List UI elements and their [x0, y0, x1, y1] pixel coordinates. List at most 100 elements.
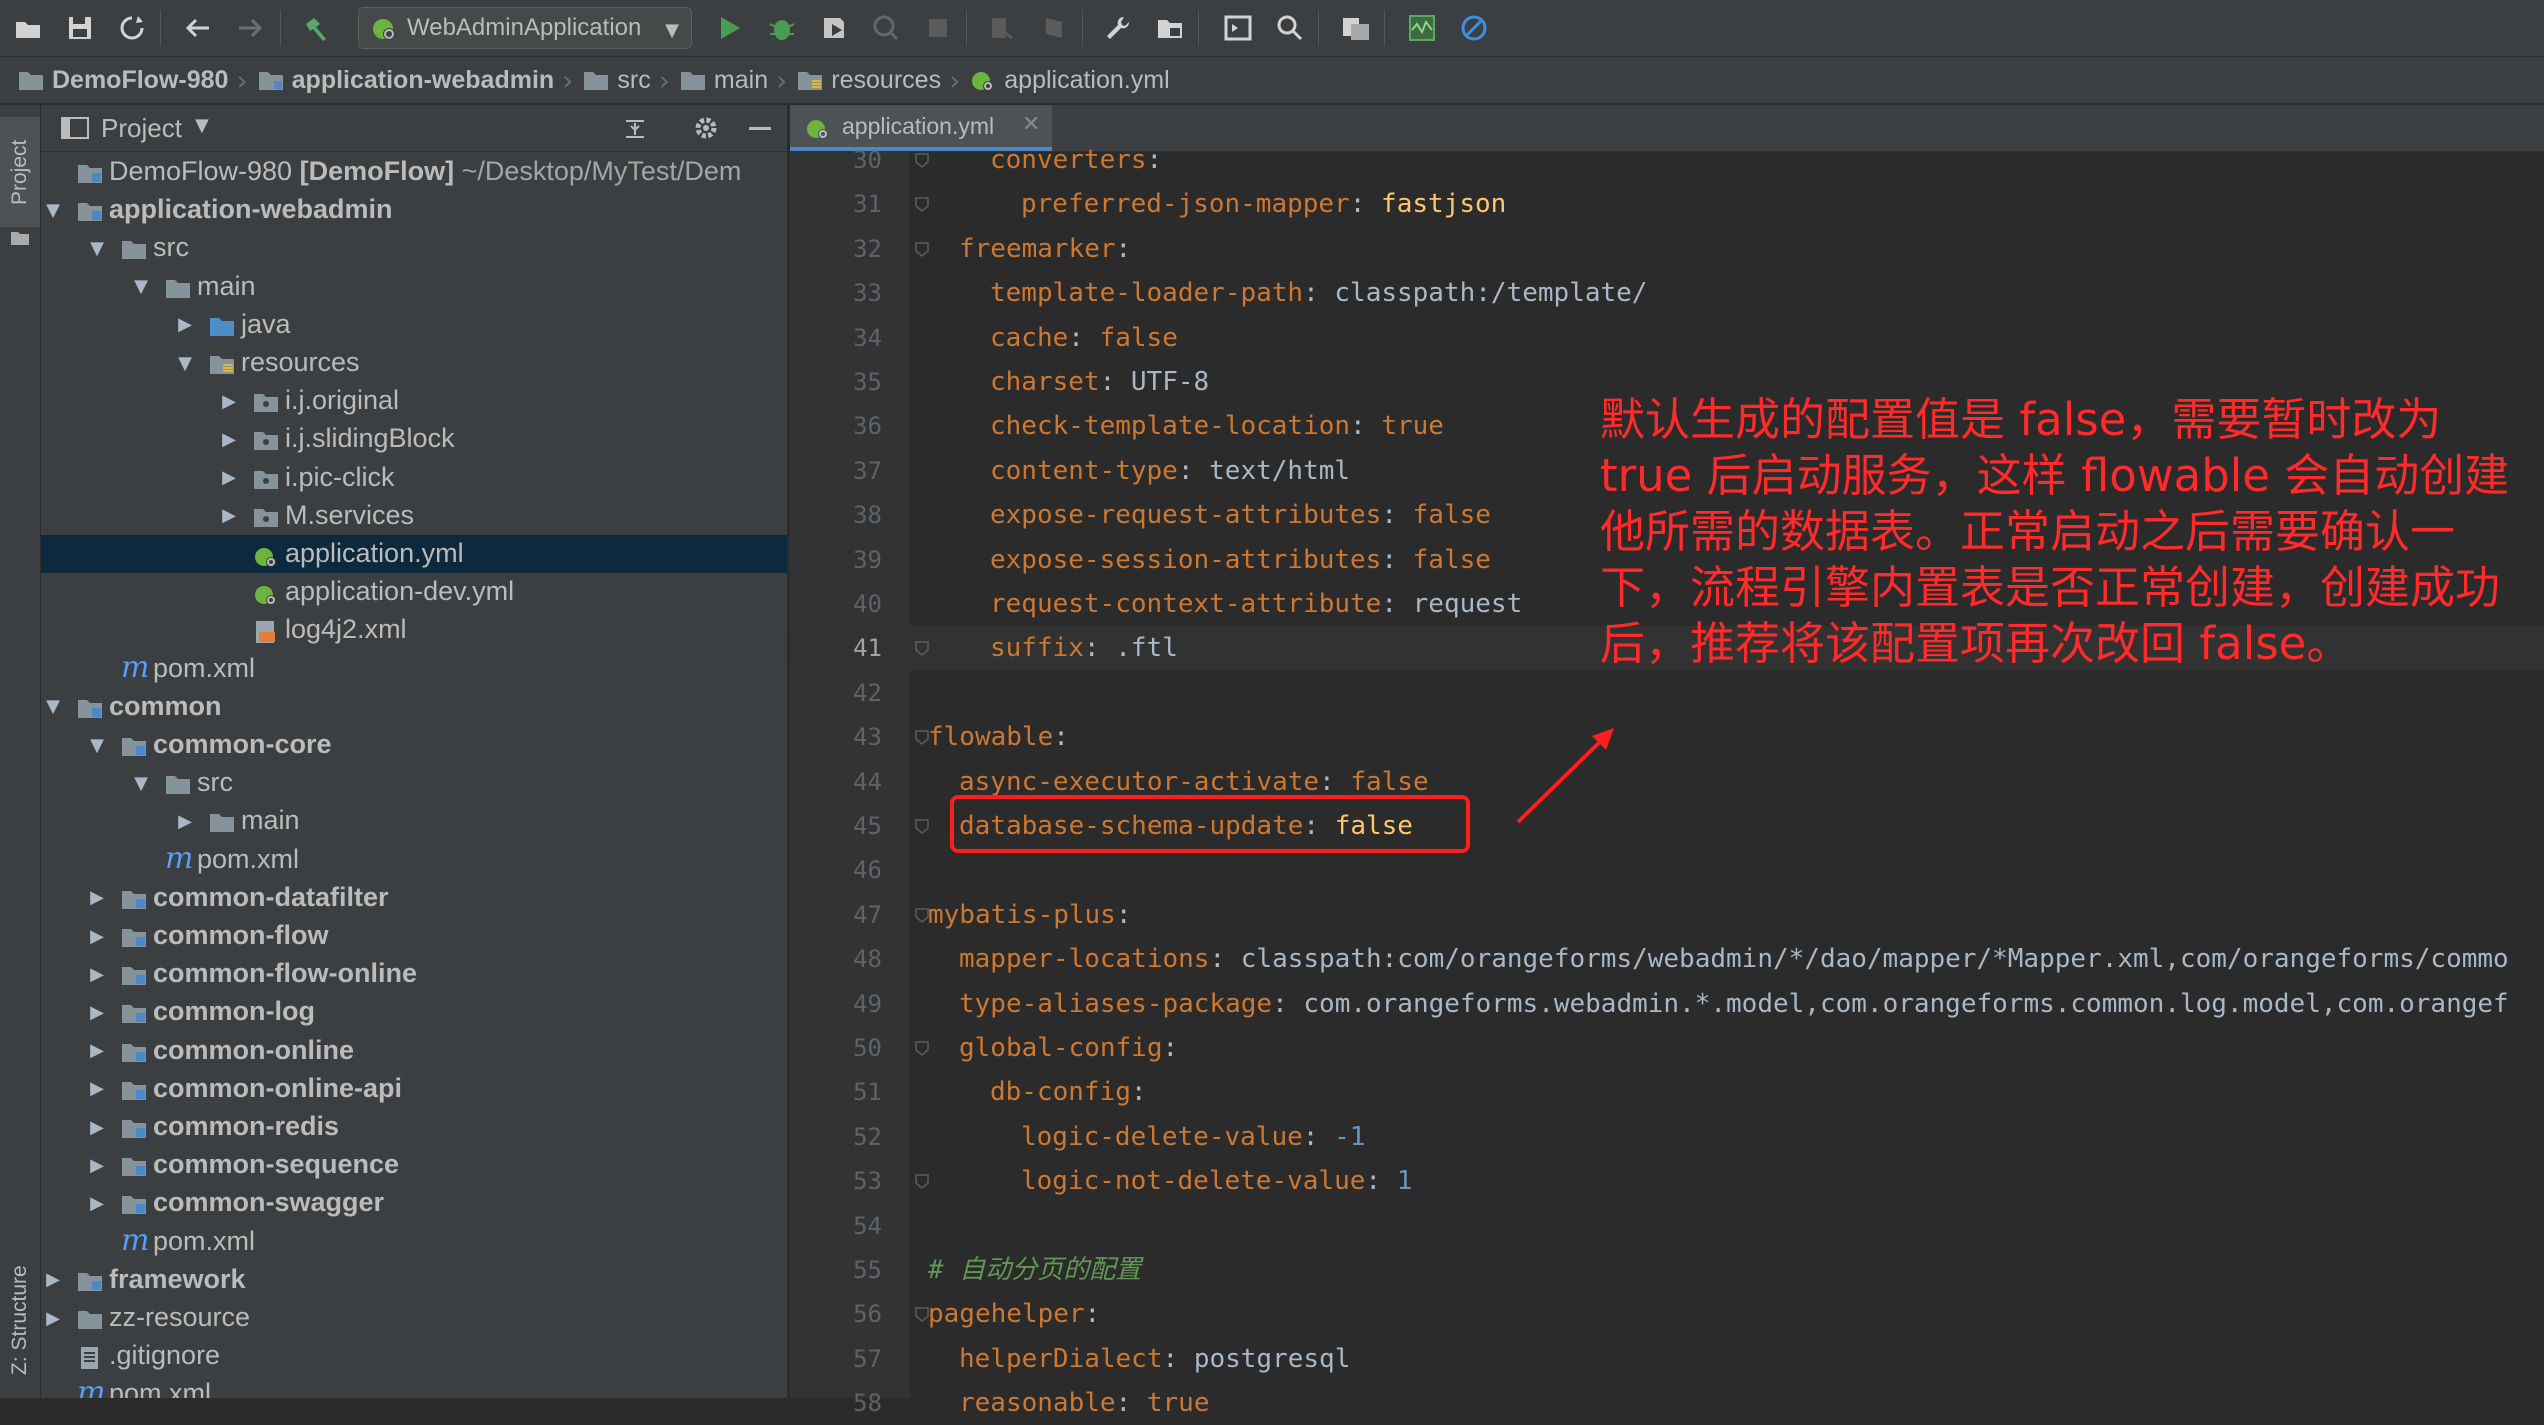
- sync-icon[interactable]: [116, 12, 148, 44]
- breadcrumb-item-src[interactable]: src: [583, 66, 651, 95]
- build-hammer-icon[interactable]: [300, 12, 332, 44]
- activity-icon[interactable]: [1406, 12, 1438, 44]
- chevron-right-icon[interactable]: ▶: [219, 467, 239, 488]
- debug-icon[interactable]: [766, 12, 798, 44]
- code-line[interactable]: 32 freemarker:: [790, 227, 2544, 271]
- fold-marker-icon[interactable]: [914, 241, 930, 257]
- chevron-right-icon[interactable]: ▶: [87, 1078, 107, 1099]
- tree-item[interactable]: application.yml: [41, 535, 787, 573]
- project-tool-tab[interactable]: Project: [0, 117, 40, 227]
- tree-item[interactable]: ▶ common-online-api: [41, 1070, 787, 1108]
- tree-item[interactable]: ▶ common-flow: [41, 917, 787, 955]
- chevron-down-icon[interactable]: ▼: [43, 696, 63, 717]
- chevron-right-icon[interactable]: ▶: [87, 1117, 107, 1138]
- terminal-icon[interactable]: [1222, 12, 1254, 44]
- code-line[interactable]: 56 pagehelper:: [790, 1292, 2544, 1336]
- code-line[interactable]: 42: [790, 671, 2544, 715]
- project-view-selector[interactable]: Project: [101, 113, 182, 144]
- tree-item[interactable]: m pom.xml: [41, 1375, 787, 1398]
- chevron-right-icon[interactable]: ▶: [43, 1269, 63, 1290]
- tree-item[interactable]: ▶ common-sequence: [41, 1146, 787, 1184]
- chevron-right-icon[interactable]: ▶: [87, 926, 107, 947]
- collapse-all-icon[interactable]: [623, 117, 647, 141]
- fold-marker-icon[interactable]: [914, 1040, 930, 1056]
- tree-item[interactable]: ▶ i.j.slidingBlock: [41, 420, 787, 458]
- tree-item[interactable]: m pom.xml: [41, 1223, 787, 1261]
- forward-icon[interactable]: [234, 12, 266, 44]
- code-line[interactable]: 57 helperDialect: postgresql: [790, 1337, 2544, 1381]
- code-line[interactable]: 53 logic-not-delete-value: 1: [790, 1159, 2544, 1203]
- code-line[interactable]: 34 cache: false: [790, 316, 2544, 360]
- code-line[interactable]: 49 type-aliases-package: com.orangeforms.…: [790, 982, 2544, 1026]
- code-line[interactable]: 55 # 自动分页的配置: [790, 1248, 2544, 1292]
- chevron-down-icon[interactable]: ▼: [131, 276, 151, 297]
- chevron-right-icon[interactable]: ▶: [87, 1155, 107, 1176]
- code-line[interactable]: 58 reasonable: true: [790, 1381, 2544, 1425]
- tree-item[interactable]: ▶ M.services: [41, 497, 787, 535]
- chevron-right-icon[interactable]: ▶: [175, 314, 195, 335]
- code-line[interactable]: 43 flowable:: [790, 715, 2544, 759]
- tree-item[interactable]: m pom.xml: [41, 841, 787, 879]
- code-line[interactable]: 46: [790, 848, 2544, 892]
- search-icon[interactable]: [1274, 12, 1306, 44]
- tree-item[interactable]: log4j2.xml: [41, 611, 787, 649]
- device-icon[interactable]: [1038, 12, 1070, 44]
- tree-item[interactable]: ▼ resources: [41, 344, 787, 382]
- code-line[interactable]: 52 logic-delete-value: -1: [790, 1115, 2544, 1159]
- fold-marker-icon[interactable]: [914, 640, 930, 657]
- chevron-down-icon[interactable]: ▼: [131, 773, 151, 794]
- tree-item[interactable]: application-dev.yml: [41, 573, 787, 611]
- code-line[interactable]: 47 mybatis-plus:: [790, 893, 2544, 937]
- tree-item[interactable]: ▶ main: [41, 802, 787, 840]
- code-line[interactable]: 48 mapper-locations: classpath:com/orange…: [790, 937, 2544, 981]
- tree-item[interactable]: ▶ common-log: [41, 993, 787, 1031]
- code-line[interactable]: 33 template-loader-path: classpath:/templ…: [790, 271, 2544, 315]
- breadcrumb-item-module[interactable]: application-webadmin: [258, 66, 554, 95]
- tree-item[interactable]: ▼ common: [41, 688, 787, 726]
- tree-item[interactable]: ▶ common-online: [41, 1032, 787, 1070]
- open-folder-icon[interactable]: [12, 12, 44, 44]
- tree-item[interactable]: DemoFlow-980 [DemoFlow] ~/Desktop/MyTest…: [41, 153, 787, 191]
- wrench-icon[interactable]: [1102, 12, 1134, 44]
- breadcrumb-item-file[interactable]: application.yml: [970, 66, 1170, 95]
- save-icon[interactable]: [64, 12, 96, 44]
- structure-tool-tab[interactable]: Z: Structure: [0, 1245, 40, 1395]
- vcs-icon[interactable]: [1340, 12, 1372, 44]
- fold-marker-icon[interactable]: [914, 152, 930, 168]
- profile-icon[interactable]: [870, 12, 902, 44]
- chevron-right-icon[interactable]: ▶: [175, 811, 195, 832]
- breadcrumb-item-resources[interactable]: resources: [797, 66, 941, 95]
- tree-item[interactable]: ▶ java: [41, 306, 787, 344]
- chevron-right-icon[interactable]: ▶: [87, 964, 107, 985]
- tree-item[interactable]: ▶ i.pic-click: [41, 459, 787, 497]
- tree-item[interactable]: m pom.xml: [41, 650, 787, 688]
- fold-marker-icon[interactable]: [914, 196, 930, 213]
- tree-item[interactable]: ▶ common-swagger: [41, 1184, 787, 1222]
- stop-icon[interactable]: [922, 12, 954, 44]
- tree-item[interactable]: ▶ zz-resource: [41, 1299, 787, 1337]
- breadcrumb-item-project[interactable]: DemoFlow-980: [18, 66, 228, 95]
- run-icon[interactable]: [714, 12, 746, 44]
- chevron-right-icon[interactable]: ▶: [87, 1002, 107, 1023]
- code-line[interactable]: 31 preferred-json-mapper: fastjson: [790, 182, 2544, 226]
- tree-item[interactable]: ▼ src: [41, 229, 787, 267]
- chevron-right-icon[interactable]: ▶: [219, 505, 239, 526]
- tree-item[interactable]: ▼ src: [41, 764, 787, 802]
- tree-item[interactable]: ▶ common-datafilter: [41, 879, 787, 917]
- fold-marker-icon[interactable]: [914, 1173, 930, 1190]
- close-icon[interactable]: ✕: [1022, 112, 1040, 137]
- chevron-down-icon[interactable]: ▼: [87, 238, 107, 259]
- minimize-icon[interactable]: [749, 127, 771, 130]
- tree-item[interactable]: ▶ framework: [41, 1261, 787, 1299]
- breadcrumb-item-main[interactable]: main: [680, 66, 768, 95]
- tree-item[interactable]: ▼ application-webadmin: [41, 191, 787, 229]
- chevron-right-icon[interactable]: ▶: [219, 429, 239, 450]
- run-configuration-selector[interactable]: WebAdminApplication ▼: [358, 7, 692, 49]
- chevron-down-icon[interactable]: ▼: [195, 115, 209, 136]
- attach-icon[interactable]: [986, 12, 1018, 44]
- chevron-right-icon[interactable]: ▶: [87, 1040, 107, 1061]
- tree-item[interactable]: ▼ common-core: [41, 726, 787, 764]
- code-line[interactable]: 30 converters:: [790, 138, 2544, 182]
- tree-item[interactable]: ▶ common-flow-online: [41, 955, 787, 993]
- chevron-down-icon[interactable]: ▼: [175, 353, 195, 374]
